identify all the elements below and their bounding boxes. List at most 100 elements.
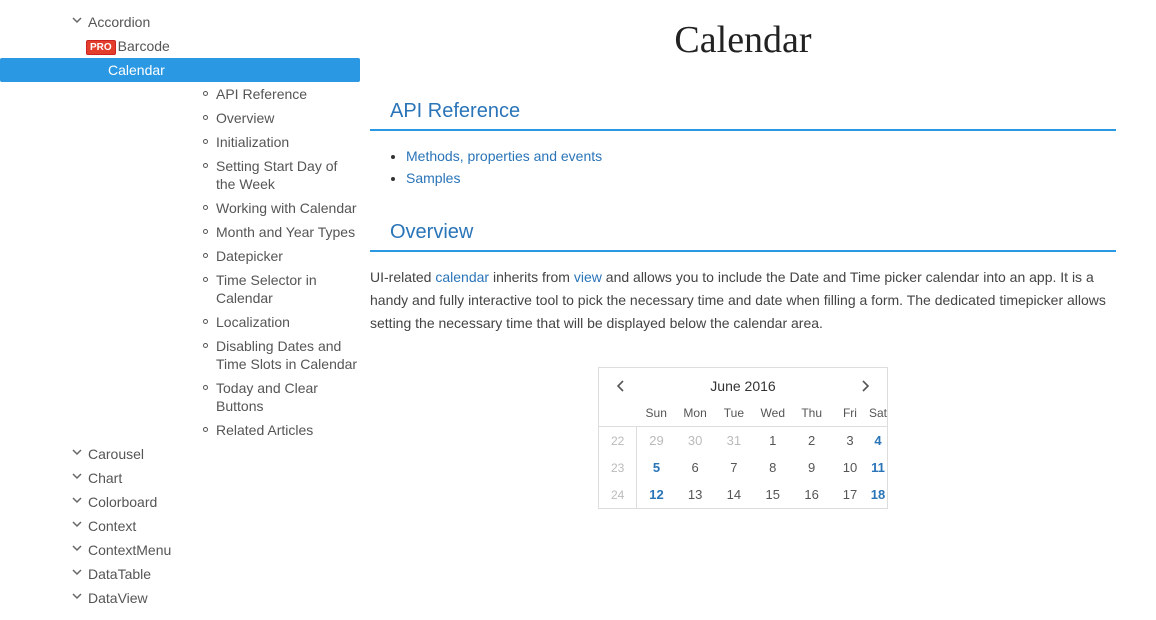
sidebar-subitem-overview[interactable]: Overview — [216, 106, 360, 130]
sidebar-subitem-related-articles[interactable]: Related Articles — [216, 418, 360, 442]
sidebar-subitem-working-with-calendar[interactable]: Working with Calendar — [216, 196, 360, 220]
calendar-week-number: 23 — [599, 454, 637, 481]
overview-paragraph: UI-related calendar inherits from view a… — [370, 266, 1116, 335]
sidebar-item-label: Colorboard — [88, 494, 157, 510]
sidebar-nav: Accordion PROBarcode Calendar API Reference… — [0, 0, 360, 620]
sidebar-item-label: API Reference — [216, 86, 307, 102]
calendar-day[interactable]: 4 — [869, 427, 887, 455]
sidebar-item-barcode[interactable]: PROBarcode — [86, 34, 360, 58]
sidebar-item-label: Carousel — [88, 446, 144, 462]
bullet-icon — [203, 115, 208, 120]
sidebar-item-label: Context — [88, 518, 136, 534]
sidebar-subitem-time-selector-in-calendar[interactable]: Time Selector in Calendar — [216, 268, 360, 310]
calendar-dow: Sun — [637, 400, 676, 427]
pro-badge: PRO — [86, 40, 116, 55]
page-title: Calendar — [370, 18, 1116, 62]
calendar-widget: June 2016 SunMonTueWedThuFriSat 22293031… — [598, 367, 888, 509]
sidebar-item-colorboard[interactable]: Colorboard — [88, 490, 360, 514]
sidebar-subitem-month-and-year-types[interactable]: Month and Year Types — [216, 220, 360, 244]
calendar-day[interactable]: 14 — [715, 481, 754, 508]
sidebar-item-label: Localization — [216, 314, 290, 330]
sidebar-item-label: Setting Start Day of the Week — [216, 158, 337, 192]
main-content: Calendar API Reference Methods, properti… — [360, 0, 1156, 620]
link-methods-properties-events[interactable]: Methods, properties and events — [406, 148, 602, 164]
sidebar-item-datatable[interactable]: DataTable — [88, 562, 360, 586]
calendar-dow: Fri — [831, 400, 869, 427]
calendar-day[interactable]: 16 — [792, 481, 831, 508]
sidebar-item-label: Related Articles — [216, 422, 313, 438]
calendar-day[interactable]: 2 — [792, 427, 831, 455]
bullet-icon — [203, 139, 208, 144]
bullet-icon — [203, 343, 208, 348]
sidebar-item-accordion[interactable]: Accordion — [88, 10, 360, 34]
bullet-icon — [203, 253, 208, 258]
bullet-icon — [203, 163, 208, 168]
sidebar-item-label: Time Selector in Calendar — [216, 272, 317, 306]
bullet-icon — [203, 91, 208, 96]
calendar-dow: Wed — [753, 400, 792, 427]
calendar-day[interactable]: 6 — [676, 454, 715, 481]
calendar-day[interactable]: 30 — [676, 427, 715, 455]
calendar-week-number: 24 — [599, 481, 637, 508]
section-api-reference: API Reference — [370, 94, 1116, 131]
sidebar-item-label: Disabling Dates and Time Slots in Calend… — [216, 338, 357, 372]
calendar-day[interactable]: 17 — [831, 481, 869, 508]
sidebar-item-label: Calendar — [108, 62, 165, 78]
sidebar-subitem-localization[interactable]: Localization — [216, 310, 360, 334]
calendar-day[interactable]: 29 — [637, 427, 676, 455]
chevron-down-icon — [72, 447, 82, 457]
calendar-day[interactable]: 8 — [753, 454, 792, 481]
sidebar-item-carousel[interactable]: Carousel — [88, 442, 360, 466]
sidebar-subitem-datepicker[interactable]: Datepicker — [216, 244, 360, 268]
bullet-icon — [203, 427, 208, 432]
calendar-day[interactable]: 7 — [715, 454, 754, 481]
sidebar-item-chart[interactable]: Chart — [88, 466, 360, 490]
calendar-day[interactable]: 5 — [637, 454, 676, 481]
sidebar-item-label: Accordion — [88, 14, 150, 30]
bullet-icon — [203, 385, 208, 390]
sidebar-subitem-initialization[interactable]: Initialization — [216, 130, 360, 154]
calendar-day[interactable]: 1 — [753, 427, 792, 455]
calendar-day[interactable]: 3 — [831, 427, 869, 455]
calendar-day[interactable]: 13 — [676, 481, 715, 508]
calendar-day[interactable]: 11 — [869, 454, 887, 481]
calendar-title[interactable]: June 2016 — [710, 378, 775, 394]
sidebar-subitem-setting-start-day-of-the-week[interactable]: Setting Start Day of the Week — [216, 154, 360, 196]
sidebar-item-context[interactable]: Context — [88, 514, 360, 538]
link-view[interactable]: view — [574, 269, 602, 285]
sidebar-item-label: DataTable — [88, 566, 151, 582]
calendar-day[interactable]: 18 — [869, 481, 887, 508]
calendar-dow: Thu — [792, 400, 831, 427]
calendar-day[interactable]: 31 — [715, 427, 754, 455]
chevron-down-icon — [72, 495, 82, 505]
calendar-day[interactable]: 15 — [753, 481, 792, 508]
calendar-prev-button[interactable] — [613, 378, 629, 394]
sidebar-subitem-today-and-clear-buttons[interactable]: Today and Clear Buttons — [216, 376, 360, 418]
bullet-icon — [203, 205, 208, 210]
link-samples[interactable]: Samples — [406, 170, 460, 186]
calendar-day[interactable]: 9 — [792, 454, 831, 481]
sidebar-item-label: Initialization — [216, 134, 289, 150]
link-calendar[interactable]: calendar — [435, 269, 489, 285]
calendar-day[interactable]: 10 — [831, 454, 869, 481]
overview-text-pre: UI-related — [370, 269, 435, 285]
chevron-down-icon — [72, 591, 82, 601]
sidebar-item-contextmenu[interactable]: ContextMenu — [88, 538, 360, 562]
calendar-day[interactable]: 12 — [637, 481, 676, 508]
sidebar-item-label: Datepicker — [216, 248, 283, 264]
sidebar-item-label: Overview — [216, 110, 274, 126]
sidebar-subitem-disabling-dates-and-time-slots-in-calendar[interactable]: Disabling Dates and Time Slots in Calend… — [216, 334, 360, 376]
calendar-dow: Sat — [869, 400, 887, 427]
calendar-week-number: 22 — [599, 427, 637, 455]
sidebar-item-calendar[interactable]: Calendar — [0, 58, 360, 82]
sidebar-item-dataview[interactable]: DataView — [88, 586, 360, 610]
chevron-down-icon — [72, 519, 82, 529]
bullet-icon — [203, 277, 208, 282]
sidebar-subitem-api-reference[interactable]: API Reference — [216, 82, 360, 106]
chevron-right-icon — [857, 378, 873, 394]
chevron-down-icon — [72, 471, 82, 481]
bullet-icon — [203, 229, 208, 234]
sidebar-item-label: Chart — [88, 470, 122, 486]
calendar-grid: SunMonTueWedThuFriSat 222930311234235678… — [599, 400, 887, 508]
calendar-next-button[interactable] — [857, 378, 873, 394]
